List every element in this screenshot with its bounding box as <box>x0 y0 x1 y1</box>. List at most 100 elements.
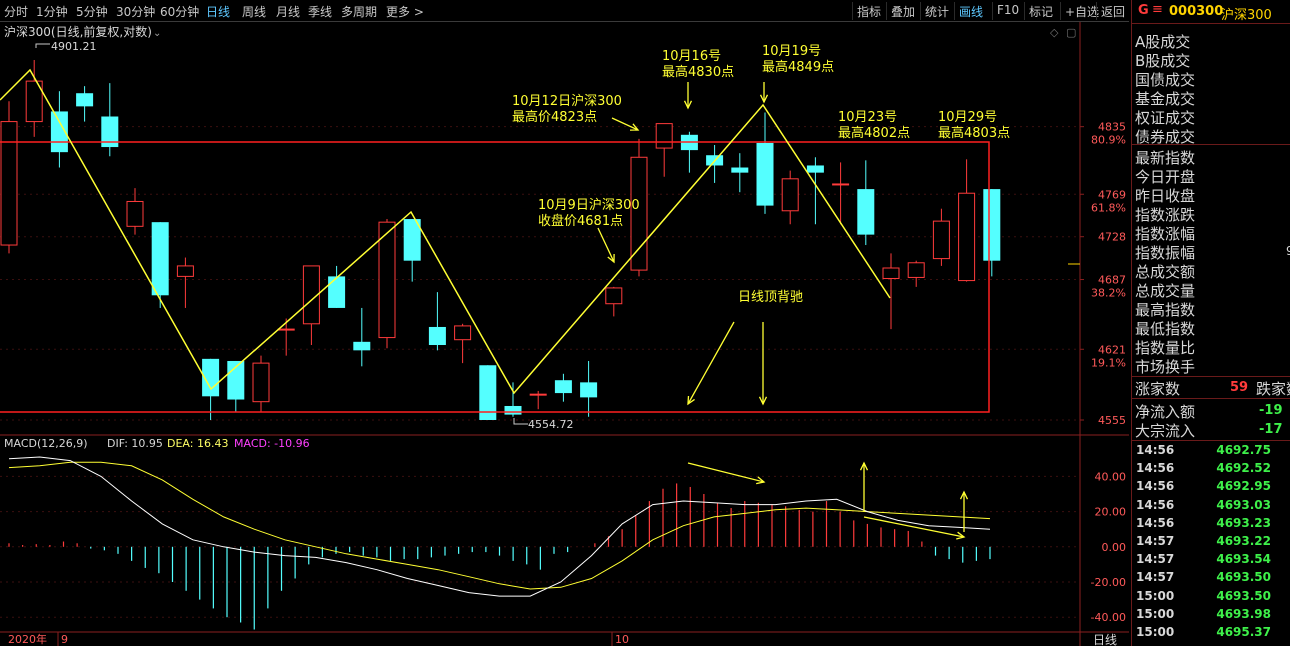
low-value-label: 4554.72 <box>528 418 574 431</box>
tool-button-2[interactable]: 统计 <box>920 2 953 20</box>
period-tab-10[interactable]: 更多 > <box>386 3 424 20</box>
period-tab-8[interactable]: 季线 <box>308 3 332 20</box>
tool-button-4[interactable]: F10 <box>992 2 1023 20</box>
price-axis-label: 4555 <box>1098 414 1126 427</box>
tick-row: 14:57 4693.50 <box>1132 570 1290 587</box>
period-tab-2[interactable]: 5分钟 <box>76 3 108 20</box>
tick-row: 14:56 4692.75 <box>1132 443 1290 460</box>
period-tab-6[interactable]: 周线 <box>242 3 266 20</box>
candle-up <box>832 183 850 186</box>
field-label: A股成交 <box>1135 33 1191 51</box>
tick-time: 15:00 <box>1136 625 1175 639</box>
annotation-a4: 10月23号 <box>838 110 897 125</box>
field-label: 总成交额 <box>1135 263 1196 281</box>
annotation-a2: 最高4830点 <box>662 64 734 80</box>
candle-up <box>529 393 547 396</box>
tick-row: 14:56 4693.23 <box>1132 516 1290 533</box>
candle-down <box>731 167 749 173</box>
field-label: 权证成交 <box>1135 109 1196 127</box>
arrow-a7-left <box>687 321 735 405</box>
tick-price: 4693.03 <box>1216 497 1271 512</box>
tool-button-0[interactable]: 指标 <box>852 2 885 20</box>
tick-time: 14:56 <box>1136 461 1175 476</box>
field-label: 指数涨跌 <box>1135 206 1196 224</box>
period-tab-3[interactable]: 30分钟 <box>116 3 155 20</box>
macd-axis-label: 0.00 <box>1102 541 1127 554</box>
candle-down <box>806 165 824 173</box>
high-value-label: 4901.21 <box>51 40 97 53</box>
tick-row: 14:57 4693.22 <box>1132 534 1290 551</box>
candle-up <box>0 121 18 246</box>
tick-price: 4692.75 <box>1216 443 1271 457</box>
tick-time: 14:56 <box>1136 515 1175 530</box>
tick-time: 14:56 <box>1136 497 1175 512</box>
candle-down <box>983 189 1001 261</box>
tick-time: 15:00 <box>1136 606 1175 621</box>
tick-price: 4693.22 <box>1216 534 1271 548</box>
menu-icon[interactable]: ≡ <box>1152 2 1163 17</box>
kline-chart: 10月12日沪深300最高价4823点 10月16号最高4830点 10月19号最高… <box>0 22 1129 646</box>
tool-button-1[interactable]: 叠加 <box>886 2 919 20</box>
net-inflow-value: -19 <box>1259 403 1283 418</box>
tick-time: 14:57 <box>1136 534 1175 548</box>
macd-dif: DIF: 10.95 <box>107 437 163 450</box>
candle-down <box>554 380 572 394</box>
price-axis-label: 4728 <box>1098 231 1126 244</box>
field-label: 今日开盘 <box>1135 168 1196 186</box>
fib-pct-label: 38.2% <box>1091 287 1126 300</box>
price-axis-label: 4835 <box>1098 121 1126 134</box>
tick-row: 15:00 4693.50 <box>1132 589 1290 606</box>
tool-button-7[interactable]: 返回 <box>1096 2 1129 20</box>
candle-down <box>580 382 598 398</box>
macd-axis-label: -20.00 <box>1091 576 1126 589</box>
period-toolbar: 分时 1分钟 5分钟 30分钟 60分钟 日线 周线 月线 季线 多周期 更多 > 指标 叠加 统计 画线 F… <box>0 0 1129 22</box>
period-tab-0[interactable]: 分时 <box>4 3 28 20</box>
arrow-a1 <box>611 117 639 131</box>
candle-up <box>958 192 976 282</box>
price-axis-label: 4687 <box>1098 274 1126 287</box>
period-tab-5[interactable]: 日线 <box>206 3 230 20</box>
candle-down <box>76 93 94 107</box>
annotation-a2: 10月16号 <box>662 49 721 64</box>
amplitude-value: 9 <box>1286 244 1290 258</box>
field-label: 最低指数 <box>1135 320 1196 338</box>
period-tab-9[interactable]: 多周期 <box>341 3 377 20</box>
g-icon[interactable]: G <box>1138 3 1149 18</box>
index-name: 沪深300 <box>1221 8 1272 23</box>
macd-axis-label: 40.00 <box>1095 470 1127 483</box>
x-month-9: 9 <box>61 633 68 646</box>
tick-row: 14:56 4692.95 <box>1132 479 1290 496</box>
macd-name: MACD(12,26,9) <box>4 437 88 450</box>
up-count-label: 涨家数 <box>1135 380 1181 398</box>
candle-down <box>151 222 169 296</box>
index-info-panel: G ≡ 000300 沪深300 A股成交 B股成交 国债成交 基金成交 权证成交 债券成… <box>1131 0 1290 646</box>
tool-button-5[interactable]: 标记 <box>1024 2 1057 20</box>
period-tab-7[interactable]: 月线 <box>276 3 300 20</box>
candle-up <box>252 362 270 403</box>
candle-down <box>504 405 522 415</box>
side-separator <box>1132 440 1290 441</box>
annotation-a3: 最高4849点 <box>762 59 834 75</box>
annotation-a6: 收盘价4681点 <box>538 213 623 229</box>
dif-line <box>8 456 991 597</box>
price-axis-label: 4769 <box>1098 188 1126 201</box>
field-label: B股成交 <box>1135 52 1191 70</box>
annotation-a4: 最高4802点 <box>838 125 910 141</box>
candle-up <box>454 325 472 341</box>
period-tab-1[interactable]: 1分钟 <box>36 3 68 20</box>
tick-row: 15:00 4695.37 <box>1132 625 1290 642</box>
window-icon: ▢ <box>1066 26 1076 39</box>
up-count-value: 59 <box>1230 380 1249 395</box>
field-label: 指数振幅 <box>1135 244 1196 262</box>
net-inflow-label: 净流入额 <box>1135 403 1196 421</box>
candle-up <box>630 156 648 271</box>
field-label: 指数涨幅 <box>1135 225 1196 243</box>
period-tab-4[interactable]: 60分钟 <box>160 3 199 20</box>
candle-up <box>176 265 194 277</box>
tool-button-3[interactable]: 画线 <box>954 2 987 20</box>
field-label: 最新指数 <box>1135 149 1196 167</box>
fib-pct-label: 61.8% <box>1091 201 1126 214</box>
tick-price: 4693.23 <box>1216 515 1271 530</box>
arrow-a6 <box>597 227 615 263</box>
tick-time: 14:56 <box>1136 443 1175 457</box>
